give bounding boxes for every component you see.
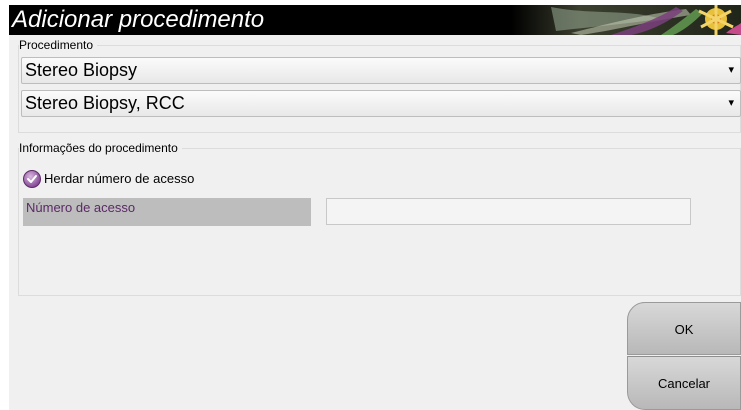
ok-button[interactable]: OK: [627, 302, 741, 355]
inherit-accession-label[interactable]: Herdar número de acesso: [44, 170, 194, 188]
procedure-select[interactable]: Stereo Biopsy ▾: [21, 57, 741, 84]
procedure-view-select-value: Stereo Biopsy, RCC: [25, 93, 185, 113]
add-procedure-dialog: Adicionar procedimento Procedimento Ster: [9, 5, 741, 410]
procedure-select-value: Stereo Biopsy: [25, 60, 138, 80]
procedure-view-select[interactable]: Stereo Biopsy, RCC ▾: [21, 90, 741, 117]
inherit-accession-checkbox[interactable]: [23, 170, 41, 188]
chevron-down-icon: ▾: [728, 97, 734, 109]
procedure-info-group-legend: Informações do procedimento: [19, 141, 182, 155]
procedure-group-legend: Procedimento: [19, 38, 98, 52]
check-icon: [27, 175, 37, 183]
title-bar: Adicionar procedimento: [9, 5, 741, 35]
title-flower-decoration: [511, 5, 741, 35]
accession-number-input[interactable]: [326, 198, 691, 225]
accession-number-label: Número de acesso: [26, 200, 136, 215]
accession-number-label-box: Número de acesso: [23, 198, 311, 226]
chevron-down-icon: ▾: [728, 64, 734, 76]
cancel-button[interactable]: Cancelar: [627, 356, 741, 410]
dialog-title: Adicionar procedimento: [12, 6, 265, 33]
